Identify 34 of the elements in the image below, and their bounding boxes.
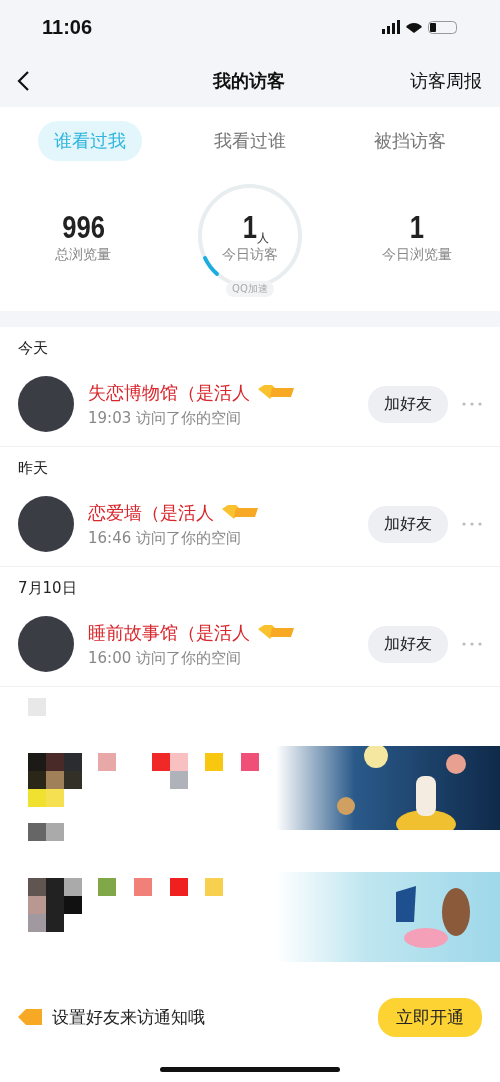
signal-icon <box>382 20 400 35</box>
visitor-name[interactable]: 睡前故事馆（是活人 <box>88 620 250 645</box>
add-friend-button[interactable]: 加好友 <box>368 505 448 543</box>
stat-value: 1 <box>242 208 258 246</box>
visitor-name[interactable]: 恋爱墙（是活人 <box>88 500 214 525</box>
stat-unit: 人 <box>257 230 269 247</box>
speed-tag: QQ加速 <box>226 281 274 297</box>
enable-button[interactable]: 立即开通 <box>378 997 482 1037</box>
avatar-circle[interactable] <box>18 376 74 432</box>
visit-time: 16:00 访问了你的空间 <box>88 648 242 668</box>
date-header: 7月10日 <box>17 578 78 599</box>
visitor-tab[interactable]: 被挡访客 <box>358 121 462 161</box>
notice-text: 设置好友来访通知哦 <box>52 1005 206 1029</box>
date-header: 今天 <box>17 338 49 359</box>
visitor-name[interactable]: 失恋博物馆（是活人 <box>88 380 250 405</box>
add-friend-button[interactable]: 加好友 <box>368 385 448 423</box>
visit-time: 19:03 访问了你的空间 <box>88 408 242 428</box>
status-time: 11:06 <box>42 16 93 39</box>
stat-value: 996 <box>61 208 105 246</box>
battery-icon <box>428 20 458 35</box>
avatar-circle[interactable] <box>18 616 74 672</box>
page-title: 我的访客 <box>213 69 285 93</box>
weekly-report-link[interactable]: 访客周报 <box>410 69 482 93</box>
back-button[interactable] <box>16 70 30 92</box>
visit-time: 16:46 访问了你的空间 <box>88 528 242 548</box>
visitor-tab[interactable]: 我看过谁 <box>198 121 302 161</box>
stat-value: 1 <box>409 208 424 246</box>
add-friend-button[interactable]: 加好友 <box>368 625 448 663</box>
date-header: 昨天 <box>17 458 49 479</box>
wifi-icon <box>406 22 422 33</box>
stat-label: 今日访客 <box>222 245 278 264</box>
stat-label: 今日浏览量 <box>381 245 452 264</box>
stat-label: 总浏览量 <box>55 245 112 264</box>
avatar-circle[interactable] <box>18 496 74 552</box>
